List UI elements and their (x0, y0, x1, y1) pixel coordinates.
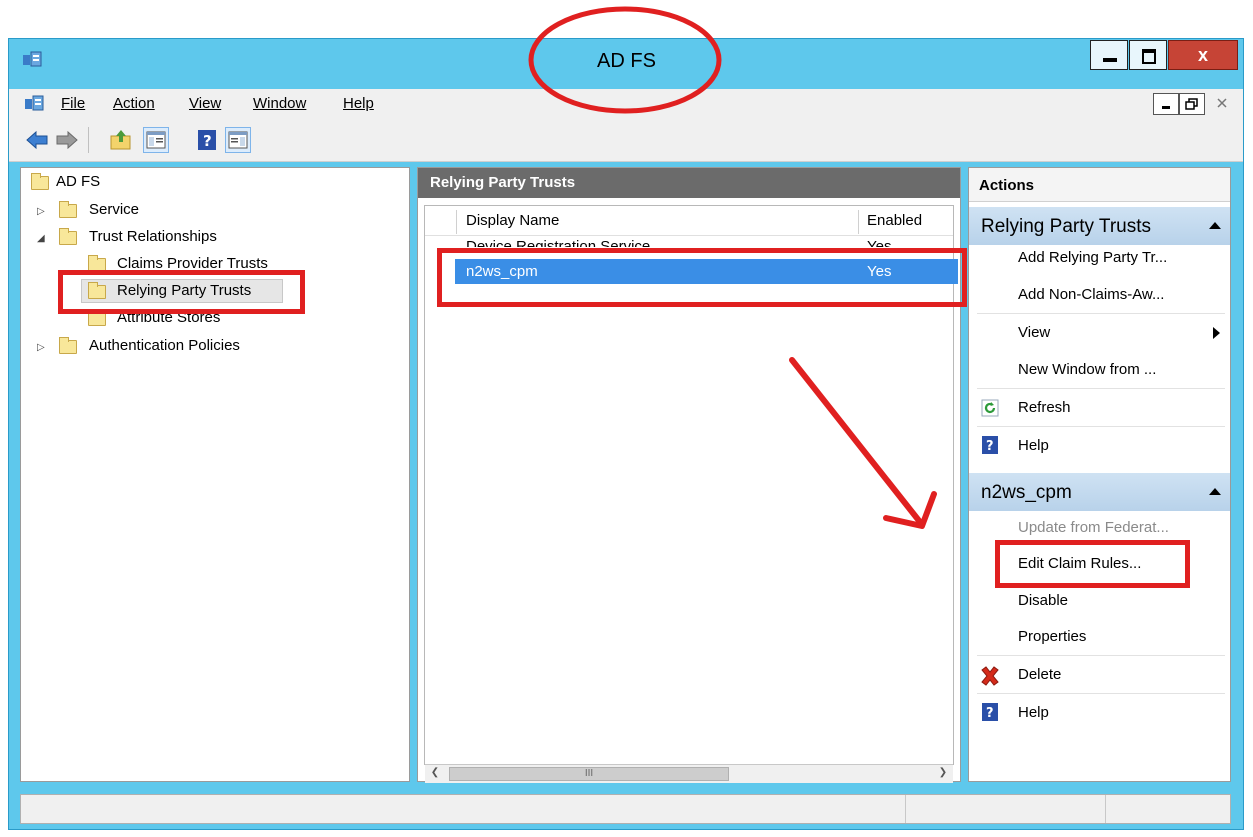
annotation-box-selected-row (437, 248, 967, 307)
annotation-box-relying-party-trusts (58, 270, 305, 314)
annotation-overlay (528, 6, 937, 529)
annotation-box-edit-claim-rules (995, 540, 1190, 588)
annotation-ellipse-title (528, 6, 722, 114)
annotation-arrow-shaft (789, 357, 923, 525)
